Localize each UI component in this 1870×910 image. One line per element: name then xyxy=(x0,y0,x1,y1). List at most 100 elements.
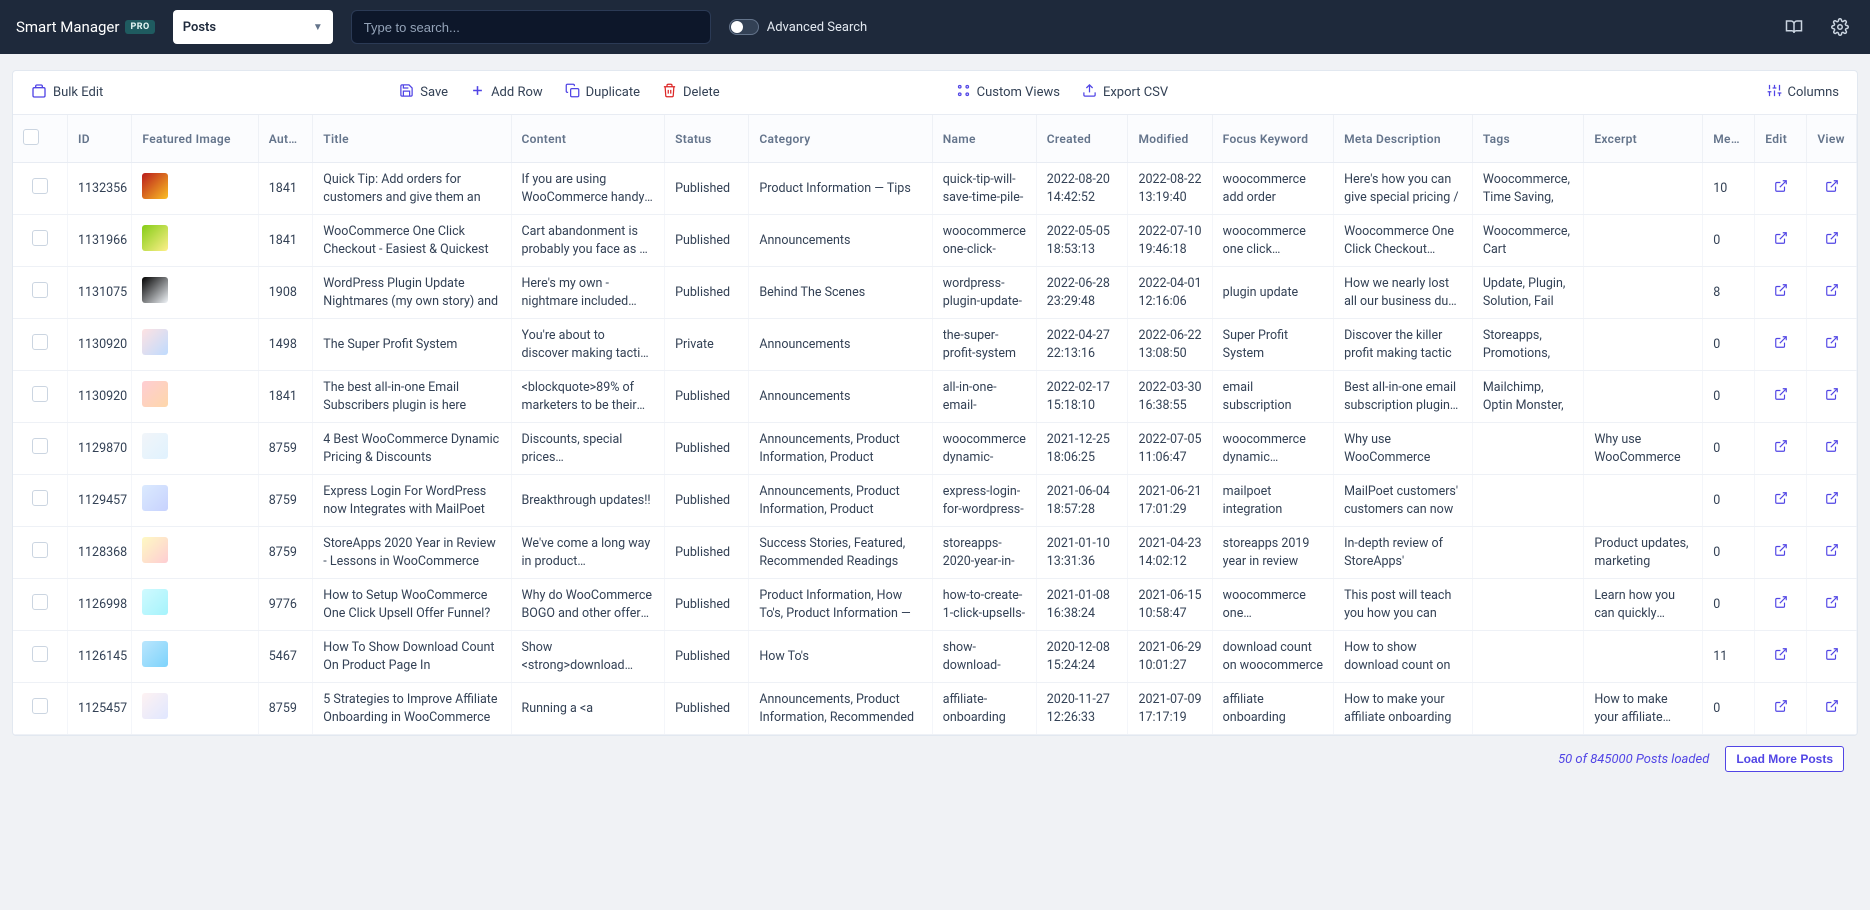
docs-icon[interactable] xyxy=(1780,13,1808,41)
cell-menu[interactable]: 0 xyxy=(1703,215,1755,267)
view-link[interactable] xyxy=(1807,267,1857,319)
custom-views-button[interactable]: Custom Views xyxy=(956,83,1060,102)
cell-id[interactable]: 1130920 xyxy=(68,319,132,371)
cell-metadesc[interactable]: How to show download count on xyxy=(1334,631,1473,683)
cell-menu[interactable]: 0 xyxy=(1703,475,1755,527)
col-meta[interactable]: Meta Description xyxy=(1334,115,1473,163)
col-category[interactable]: Category xyxy=(749,115,932,163)
cell-author[interactable]: 8759 xyxy=(258,423,313,475)
cell-category[interactable]: Product Information, How To's, Product I… xyxy=(749,579,932,631)
cell-modified[interactable]: 2022-03-30 16:38:55 xyxy=(1128,371,1212,423)
cell-title[interactable]: Quick Tip: Add orders for customers and … xyxy=(313,163,511,215)
cell-content[interactable]: You're about to discover making tactic u… xyxy=(511,319,665,371)
advanced-search[interactable]: Advanced Search xyxy=(729,19,867,35)
view-link[interactable] xyxy=(1807,319,1857,371)
cell-excerpt[interactable]: How to make your affiliate onboarding xyxy=(1584,683,1703,735)
cell-id[interactable]: 1129457 xyxy=(68,475,132,527)
cell-created[interactable]: 2021-01-10 13:31:36 xyxy=(1036,527,1128,579)
cell-title[interactable]: The Super Profit System xyxy=(313,319,511,371)
cell-content[interactable]: Here's my own - nightmare included some … xyxy=(511,267,665,319)
cell-author[interactable]: 8759 xyxy=(258,527,313,579)
cell-tags[interactable]: Woocommerce, Time Saving, xyxy=(1472,163,1584,215)
cell-excerpt[interactable] xyxy=(1584,319,1703,371)
cell-thumbnail[interactable] xyxy=(132,475,258,527)
cell-modified[interactable]: 2021-07-09 17:17:19 xyxy=(1128,683,1212,735)
cell-title[interactable]: Express Login For WordPress now Integrat… xyxy=(313,475,511,527)
cell-status[interactable]: Published xyxy=(665,163,749,215)
edit-link[interactable] xyxy=(1755,475,1807,527)
cell-metadesc[interactable]: Why use WooCommerce xyxy=(1334,423,1473,475)
cell-title[interactable]: WooCommerce One Click Checkout - Easiest… xyxy=(313,215,511,267)
cell-name[interactable]: woocommerce-one-click- xyxy=(932,215,1036,267)
cell-tags[interactable] xyxy=(1472,423,1584,475)
cell-excerpt[interactable] xyxy=(1584,371,1703,423)
search-input[interactable] xyxy=(364,20,698,35)
cell-author[interactable]: 1841 xyxy=(258,371,313,423)
cell-metadesc[interactable]: Discover the killer profit making tactic xyxy=(1334,319,1473,371)
col-author[interactable]: Author xyxy=(258,115,313,163)
cell-content[interactable]: Cart abandonment is probably you face as… xyxy=(511,215,665,267)
cell-title[interactable]: The best all-in-one Email Subscribers pl… xyxy=(313,371,511,423)
cell-focus[interactable]: woocommerce add order xyxy=(1212,163,1333,215)
cell-id[interactable]: 1132356 xyxy=(68,163,132,215)
delete-button[interactable]: Delete xyxy=(662,83,720,102)
col-created[interactable]: Created xyxy=(1036,115,1128,163)
cell-content[interactable]: If you are using WooCommerce handy solut… xyxy=(511,163,665,215)
load-more-button[interactable]: Load More Posts xyxy=(1725,746,1844,772)
cell-metadesc[interactable]: In-depth review of StoreApps' xyxy=(1334,527,1473,579)
cell-thumbnail[interactable] xyxy=(132,215,258,267)
cell-status[interactable]: Published xyxy=(665,631,749,683)
cell-tags[interactable] xyxy=(1472,579,1584,631)
cell-menu[interactable]: 0 xyxy=(1703,579,1755,631)
cell-status[interactable]: Published xyxy=(665,683,749,735)
cell-modified[interactable]: 2022-07-05 11:06:47 xyxy=(1128,423,1212,475)
cell-author[interactable]: 1908 xyxy=(258,267,313,319)
cell-menu[interactable]: 10 xyxy=(1703,163,1755,215)
cell-category[interactable]: Announcements, Product Information, Reco… xyxy=(749,683,932,735)
cell-focus[interactable]: storeapps 2019 year in review xyxy=(1212,527,1333,579)
cell-content[interactable]: Show <strong>download Page</strong> of y… xyxy=(511,631,665,683)
cell-focus[interactable]: email subscription xyxy=(1212,371,1333,423)
cell-menu[interactable]: 0 xyxy=(1703,423,1755,475)
cell-name[interactable]: all-in-one-email- xyxy=(932,371,1036,423)
export-csv-button[interactable]: Export CSV xyxy=(1082,83,1168,102)
cell-name[interactable]: storeapps-2020-year-in- xyxy=(932,527,1036,579)
cell-created[interactable]: 2022-04-27 22:13:16 xyxy=(1036,319,1128,371)
col-excerpt[interactable]: Excerpt xyxy=(1584,115,1703,163)
cell-metadesc[interactable]: Best all-in-one email subscription plugi… xyxy=(1334,371,1473,423)
cell-category[interactable]: Behind The Scenes xyxy=(749,267,932,319)
cell-thumbnail[interactable] xyxy=(132,423,258,475)
edit-link[interactable] xyxy=(1755,423,1807,475)
edit-link[interactable] xyxy=(1755,371,1807,423)
cell-thumbnail[interactable] xyxy=(132,683,258,735)
view-link[interactable] xyxy=(1807,371,1857,423)
cell-excerpt[interactable] xyxy=(1584,215,1703,267)
cell-modified[interactable]: 2022-04-01 12:16:06 xyxy=(1128,267,1212,319)
cell-status[interactable]: Private xyxy=(665,319,749,371)
cell-tags[interactable] xyxy=(1472,475,1584,527)
view-link[interactable] xyxy=(1807,579,1857,631)
cell-tags[interactable]: Woocommerce, Cart xyxy=(1472,215,1584,267)
cell-modified[interactable]: 2021-06-21 17:01:29 xyxy=(1128,475,1212,527)
cell-thumbnail[interactable] xyxy=(132,631,258,683)
row-checkbox[interactable] xyxy=(13,527,68,579)
cell-title[interactable]: 4 Best WooCommerce Dynamic Pricing & Dis… xyxy=(313,423,511,475)
cell-content[interactable]: Running a <a xyxy=(511,683,665,735)
cell-excerpt[interactable] xyxy=(1584,475,1703,527)
col-title[interactable]: Title xyxy=(313,115,511,163)
cell-thumbnail[interactable] xyxy=(132,579,258,631)
cell-thumbnail[interactable] xyxy=(132,527,258,579)
cell-excerpt[interactable] xyxy=(1584,267,1703,319)
cell-id[interactable]: 1128368 xyxy=(68,527,132,579)
cell-id[interactable]: 1125457 xyxy=(68,683,132,735)
cell-id[interactable]: 1129870 xyxy=(68,423,132,475)
cell-created[interactable]: 2021-12-25 18:06:25 xyxy=(1036,423,1128,475)
cell-author[interactable]: 1498 xyxy=(258,319,313,371)
col-status[interactable]: Status xyxy=(665,115,749,163)
col-id[interactable]: ID xyxy=(68,115,132,163)
cell-created[interactable]: 2021-01-08 16:38:24 xyxy=(1036,579,1128,631)
cell-name[interactable]: affiliate-onboarding xyxy=(932,683,1036,735)
cell-menu[interactable]: 0 xyxy=(1703,319,1755,371)
col-focus[interactable]: Focus Keyword xyxy=(1212,115,1333,163)
view-link[interactable] xyxy=(1807,475,1857,527)
